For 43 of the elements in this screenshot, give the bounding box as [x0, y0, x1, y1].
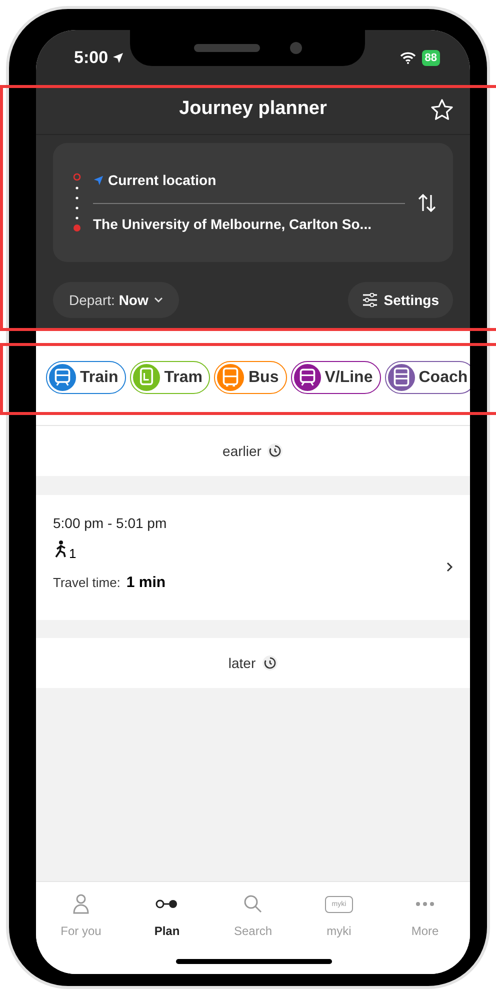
transport-mode-chip[interactable]: Train — [46, 361, 126, 394]
transport-mode-chip[interactable]: Coach — [384, 361, 470, 394]
clock-icon — [267, 443, 284, 459]
transport-mode-chip[interactable]: V/Line — [290, 361, 381, 394]
depart-dropdown[interactable]: Depart: Now — [53, 282, 180, 318]
transport-mode-chip[interactable]: Bus — [214, 361, 287, 394]
clock-icon — [262, 655, 278, 671]
transport-mode-chip[interactable]: Tram — [130, 361, 210, 394]
swap-icon[interactable] — [417, 192, 437, 214]
more-icon — [415, 901, 435, 907]
walking-person-icon — [53, 540, 69, 560]
earlier-button[interactable]: earlier — [36, 426, 470, 476]
speaker-icon — [194, 44, 260, 52]
settings-button[interactable]: Settings — [348, 282, 453, 318]
location-arrow-icon — [112, 52, 124, 64]
train-icon — [49, 364, 76, 391]
bus-icon — [217, 364, 244, 391]
wifi-icon — [400, 52, 416, 64]
camera-icon — [290, 42, 302, 54]
origin-field[interactable]: Current location — [93, 170, 405, 204]
search-icon — [243, 894, 263, 914]
route-line-icon — [73, 172, 81, 232]
chevron-down-icon — [154, 297, 164, 303]
coach-icon — [388, 364, 415, 391]
tram-icon — [133, 364, 160, 391]
train-icon — [294, 364, 321, 391]
route-dots-icon — [155, 898, 179, 910]
star-icon[interactable] — [430, 98, 454, 122]
travel-time-value: 1 min — [126, 573, 166, 593]
travel-time-label: Travel time: — [53, 574, 120, 592]
destination-field[interactable]: The University of Melbourne, Carlton So... — [93, 204, 405, 235]
journey-card[interactable]: 5:00 pm - 5:01 pm 1 Travel time: 1 min — [36, 495, 470, 620]
battery-indicator: 88 — [422, 50, 440, 66]
walk-leg-count: 1 — [69, 547, 76, 560]
location-arrow-icon — [93, 175, 104, 186]
journey-times: 5:00 pm - 5:01 pm — [53, 514, 168, 533]
later-button[interactable]: later — [36, 638, 470, 688]
sliders-icon — [362, 293, 378, 307]
chevron-right-icon — [446, 562, 453, 572]
tab-bar-item[interactable]: Plan — [124, 892, 210, 974]
status-time: 5:00 — [74, 46, 108, 69]
page-title: Journey planner — [179, 97, 327, 122]
person-icon — [71, 893, 91, 915]
